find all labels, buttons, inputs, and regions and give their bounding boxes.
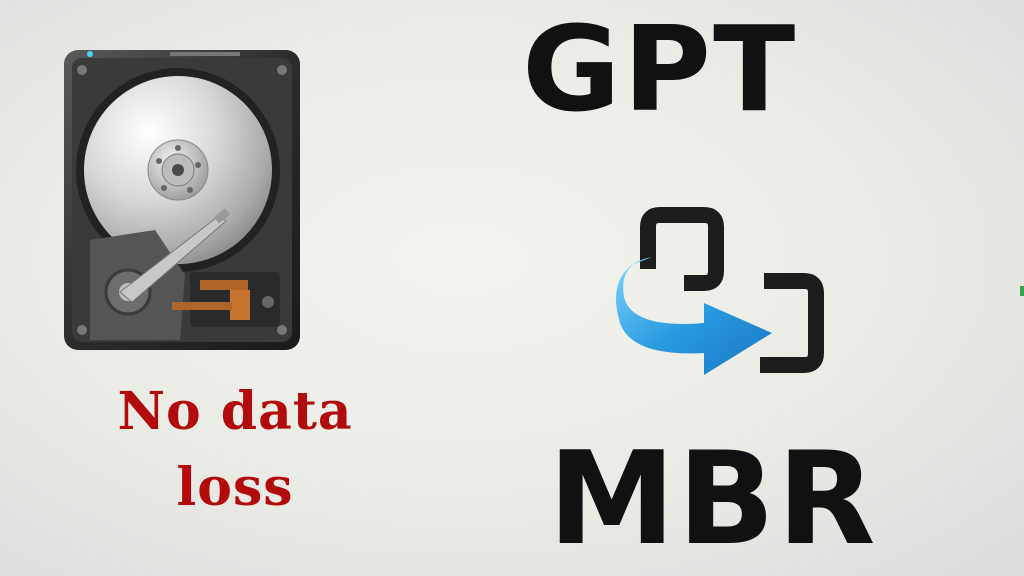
headline-bottom: MBR: [548, 425, 878, 574]
caption-line-1: No data: [117, 381, 353, 442]
convert-arrow-icon: [616, 207, 824, 375]
hard-drive-icon: [64, 50, 300, 350]
edge-mark: [1020, 286, 1024, 296]
caption-line-2: loss: [176, 457, 294, 518]
headline-top: GPT: [522, 0, 798, 138]
